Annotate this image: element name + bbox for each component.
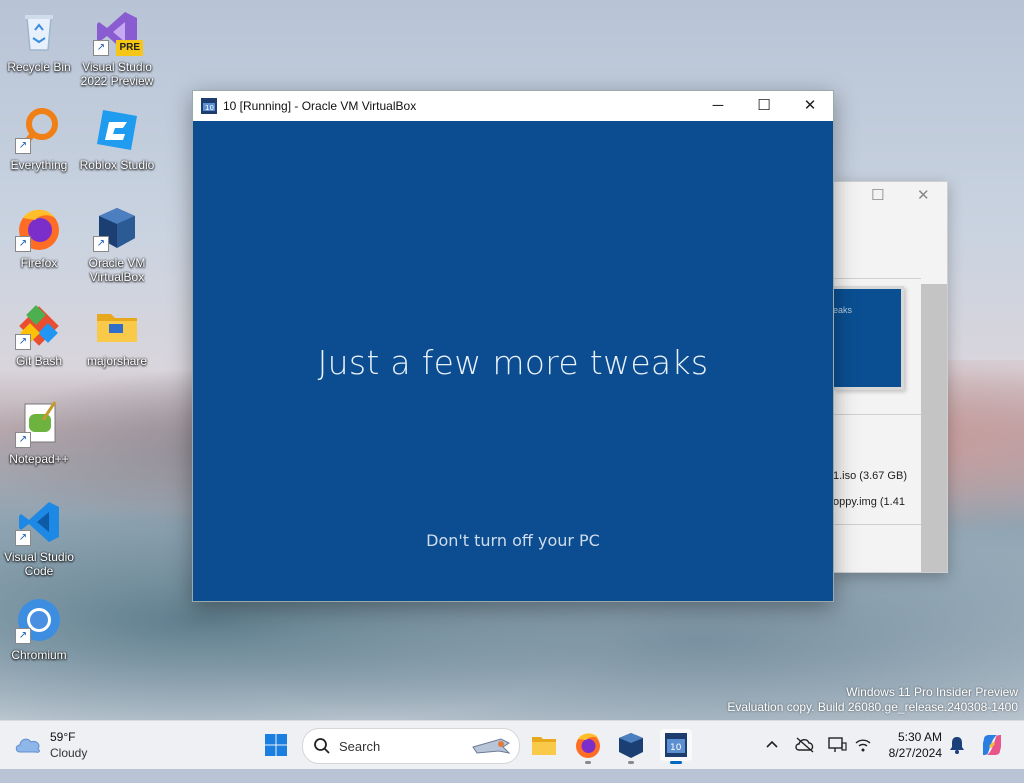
desktop-icon-label: Roblox Studio bbox=[79, 158, 155, 172]
firefox-icon bbox=[576, 733, 600, 758]
search-icon bbox=[314, 738, 330, 754]
shortcut-arrow-icon: ↗ bbox=[93, 236, 109, 252]
storage-iso-entry: 1.iso (3.67 GB) bbox=[833, 470, 907, 482]
watermark-line-2: Evaluation copy. Build 26080.ge_release.… bbox=[727, 700, 1018, 714]
setup-heading: Just a few more tweaks bbox=[317, 343, 709, 382]
desktop-icon-label: Firefox bbox=[20, 256, 58, 270]
desktop-icon-git-bash[interactable]: ↗ Git Bash bbox=[0, 302, 78, 368]
desktop-icon-roblox-studio[interactable]: Roblox Studio bbox=[78, 106, 156, 172]
virtualbox-icon: ↗ bbox=[93, 204, 141, 252]
virtualbox-vm-icon: 10 bbox=[201, 98, 217, 114]
running-indicator bbox=[628, 761, 634, 764]
vm-display[interactable]: Just a few more tweaks Don't turn off yo… bbox=[193, 121, 833, 601]
weather-temp: 59°F bbox=[50, 730, 76, 744]
copilot-button[interactable] bbox=[980, 733, 1004, 781]
taskbar-virtualbox[interactable] bbox=[615, 729, 647, 764]
shortcut-arrow-icon: ↗ bbox=[15, 138, 31, 154]
close-button[interactable]: ✕ bbox=[787, 91, 833, 121]
desktop-icon-label: Visual Studio Code bbox=[4, 550, 74, 578]
file-explorer-icon bbox=[532, 737, 556, 755]
taskbar: 59°F Cloudy Search 10 5:30 AM 8/27/2024 bbox=[0, 720, 1024, 769]
chromium-icon: ↗ bbox=[15, 596, 63, 644]
git-bash-icon: ↗ bbox=[15, 302, 63, 350]
weather-condition: Cloudy bbox=[50, 746, 88, 760]
taskbar-virtualbox-vm[interactable]: 10 bbox=[660, 729, 692, 764]
preview-badge: PRE bbox=[116, 40, 143, 56]
folder-icon bbox=[93, 302, 141, 350]
cloud-offline-icon bbox=[795, 737, 814, 753]
notepad-plus-plus-icon: ↗ bbox=[15, 400, 63, 448]
display-icon bbox=[828, 737, 847, 752]
maximize-button[interactable]: ☐ bbox=[871, 186, 884, 204]
clock-time: 5:30 AM bbox=[897, 730, 942, 744]
recycle-bin-icon bbox=[15, 8, 63, 56]
desktop-icon-chromium[interactable]: ↗ Chromium bbox=[0, 596, 78, 662]
svg-text:10: 10 bbox=[670, 743, 682, 753]
tray-display[interactable] bbox=[827, 735, 847, 783]
shortcut-arrow-icon: ↗ bbox=[93, 40, 109, 56]
roblox-studio-icon bbox=[93, 106, 141, 154]
start-button[interactable] bbox=[260, 729, 292, 761]
maximize-button[interactable]: ☐ bbox=[741, 91, 787, 121]
notifications-button[interactable] bbox=[948, 735, 966, 783]
virtualbox-icon bbox=[619, 733, 643, 758]
search-placeholder: Search bbox=[339, 739, 381, 754]
vm-preview: eaks bbox=[833, 286, 904, 390]
shortcut-arrow-icon: ↗ bbox=[15, 628, 31, 644]
everything-search-icon: ↗ bbox=[15, 106, 63, 154]
shortcut-arrow-icon: ↗ bbox=[15, 334, 31, 350]
clock-date: 8/27/2024 bbox=[888, 746, 942, 760]
desktop-icon-label: majorshare bbox=[86, 354, 148, 368]
watermark-line-1: Windows 11 Pro Insider Preview bbox=[846, 685, 1018, 699]
window-title: 10 [Running] - Oracle VM VirtualBox bbox=[223, 99, 417, 113]
shortcut-arrow-icon: ↗ bbox=[15, 530, 31, 546]
show-hidden-icons-button[interactable] bbox=[764, 735, 780, 783]
taskbar-firefox[interactable] bbox=[572, 729, 604, 764]
windows-logo-icon bbox=[265, 734, 287, 756]
taskbar-clock[interactable]: 5:30 AM 8/27/2024 bbox=[858, 729, 942, 761]
shortcut-arrow-icon: ↗ bbox=[15, 432, 31, 448]
taskbar-search[interactable]: Search bbox=[302, 728, 520, 764]
desktop-icon-virtualbox[interactable]: ↗ Oracle VM VirtualBox bbox=[78, 204, 156, 284]
firefox-icon: ↗ bbox=[15, 204, 63, 252]
svg-text:10: 10 bbox=[205, 104, 214, 112]
visual-studio-preview-icon: PRE ↗ bbox=[93, 8, 143, 56]
desktop-icon-notepad-plus-plus[interactable]: ↗ Notepad++ bbox=[0, 400, 78, 466]
tray-onedrive[interactable] bbox=[795, 735, 815, 783]
copilot-icon bbox=[983, 735, 1001, 755]
desktop-icon-firefox[interactable]: ↗ Firefox bbox=[0, 204, 78, 270]
shortcut-arrow-icon: ↗ bbox=[15, 236, 31, 252]
close-button[interactable]: ✕ bbox=[917, 186, 930, 204]
setup-subtext: Don't turn off your PC bbox=[426, 531, 600, 550]
virtualbox-vm-icon: 10 bbox=[665, 733, 687, 757]
evaluation-watermark: Windows 11 Pro Insider Preview Evaluatio… bbox=[727, 685, 1018, 715]
desktop-icon-everything[interactable]: ↗ Everything bbox=[0, 106, 78, 172]
search-highlight-icon bbox=[472, 738, 511, 754]
desktop-icon-label: Oracle VM VirtualBox bbox=[88, 256, 146, 284]
desktop-icon-label: Recycle Bin bbox=[7, 60, 71, 74]
cloud-icon bbox=[14, 736, 42, 754]
running-indicator bbox=[585, 761, 591, 764]
virtualbox-manager-window[interactable]: ☐ ✕ eaks 1.iso (3.67 GB) oppy.img (1.41 bbox=[832, 181, 948, 573]
desktop-icon-label: Git Bash bbox=[15, 354, 63, 368]
desktop-icon-label: Everything bbox=[10, 158, 68, 172]
desktop-icon-label: Chromium bbox=[11, 648, 67, 662]
desktop-icon-majorshare[interactable]: majorshare bbox=[78, 302, 156, 368]
desktop-icon-label: Visual Studio 2022 Preview bbox=[80, 60, 154, 88]
chevron-up-icon bbox=[766, 740, 778, 748]
bell-icon bbox=[950, 737, 964, 754]
vscode-icon: ↗ bbox=[15, 498, 63, 546]
minimize-button[interactable]: ─ bbox=[695, 91, 741, 121]
window-titlebar[interactable]: 10 10 [Running] - Oracle VM VirtualBox ─… bbox=[193, 91, 833, 121]
desktop-icon-label: Notepad++ bbox=[9, 452, 69, 466]
desktop-icon-recycle-bin[interactable]: Recycle Bin bbox=[0, 8, 78, 74]
scrollbar[interactable] bbox=[921, 284, 947, 572]
virtualbox-vm-window[interactable]: 10 10 [Running] - Oracle VM VirtualBox ─… bbox=[192, 90, 834, 602]
desktop-icon-visual-studio-preview[interactable]: PRE ↗ Visual Studio 2022 Preview bbox=[78, 8, 156, 88]
storage-floppy-entry: oppy.img (1.41 bbox=[833, 496, 905, 508]
taskbar-file-explorer[interactable] bbox=[528, 729, 560, 761]
active-indicator bbox=[670, 761, 682, 764]
desktop-icon-vscode[interactable]: ↗ Visual Studio Code bbox=[0, 498, 78, 578]
preview-text: eaks bbox=[833, 305, 853, 315]
